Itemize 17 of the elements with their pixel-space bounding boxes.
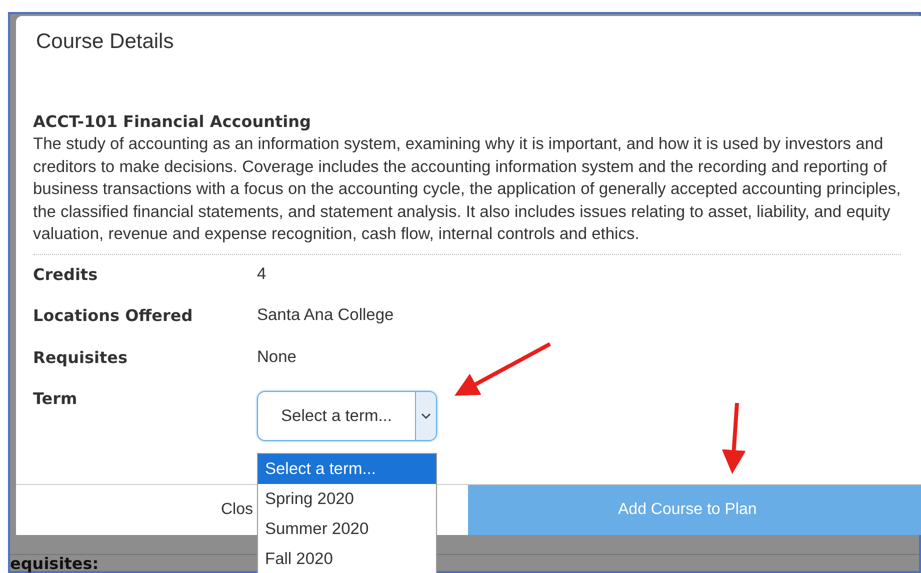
dropdown-option[interactable]: Select a term... [258, 454, 436, 484]
term-select[interactable]: Select a term... [257, 391, 437, 442]
annotation-arrow [722, 402, 746, 474]
caret-icon [421, 412, 431, 420]
field-label: Requisites [33, 348, 129, 367]
course-title: ACCT-101 Financial Accounting [33, 112, 312, 131]
section-heading: equisites: [10, 554, 99, 573]
field-label: Credits [33, 264, 99, 284]
course-description: The study of accounting as an information system, examining why it is important, and how it is used by investors and creditors to make decisions. Coverage includes the accounting information system and the recording and reporting of business transactions with a focus on the accounting cycle, the application of generally accepted accounting principles, the classified financial statements, and statement analysis. It also includes issues relating to asset, liability, and equity valuation, revenue and expense recognition, cash flow, internal controls and ethics. [33, 134, 902, 246]
dropdown-option[interactable]: Fall 2020 [258, 544, 436, 573]
field-value: None [257, 348, 296, 367]
dropdown-option[interactable]: Spring 2020 [258, 484, 436, 514]
dialog-title: Course Details [36, 30, 174, 53]
field-value: Santa Ana College [257, 306, 394, 326]
field-value: 4 [257, 264, 266, 284]
field-label: Locations Offered [33, 306, 194, 326]
field-label: Term [33, 389, 78, 408]
